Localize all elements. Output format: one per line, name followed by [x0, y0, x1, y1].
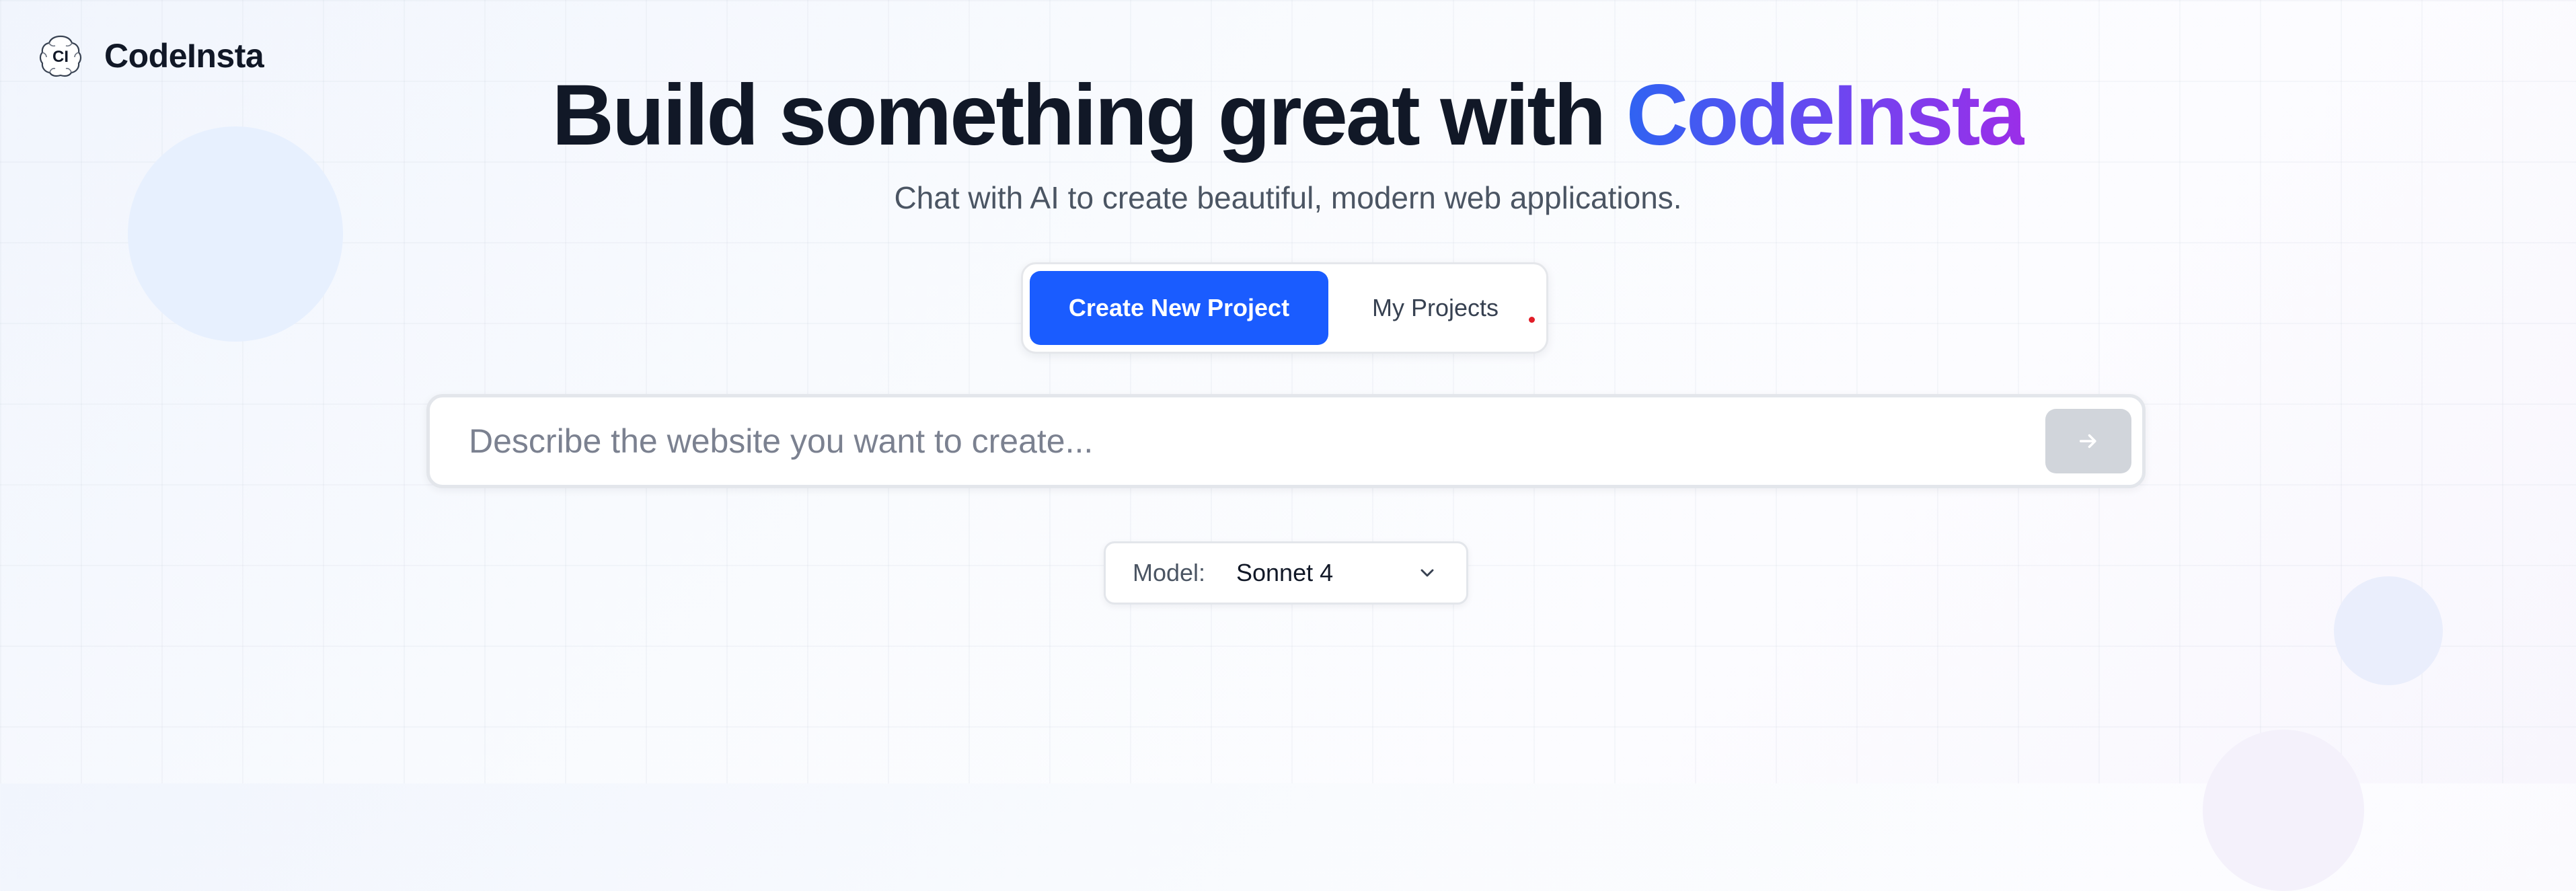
tab-my-projects[interactable]: My Projects [1338, 271, 1533, 345]
tab-create-new-project[interactable]: Create New Project [1030, 271, 1328, 345]
project-tabs: Create New Project My Projects [1021, 262, 1548, 354]
model-label: Model: [1133, 559, 1206, 586]
page-subtitle: Chat with AI to create beautiful, modern… [894, 180, 1682, 215]
chevron-down-icon [1416, 562, 1438, 584]
decorative-circle [2203, 730, 2364, 891]
decorative-circle [2334, 576, 2443, 685]
headline-prefix: Build something great with [552, 67, 1626, 163]
prompt-box [426, 394, 2146, 488]
model-selected-value: Sonnet 4 [1236, 559, 1334, 586]
page-headline: Build something great with CodeInsta [0, 62, 2576, 169]
headline-brand: CodeInsta [1626, 67, 2026, 163]
arrow-right-icon [2077, 430, 2100, 453]
model-select[interactable]: Model: Sonnet 4 [1104, 541, 1468, 605]
prompt-input[interactable] [469, 397, 2016, 485]
notification-dot [1529, 317, 1535, 323]
send-button[interactable] [2045, 409, 2131, 473]
